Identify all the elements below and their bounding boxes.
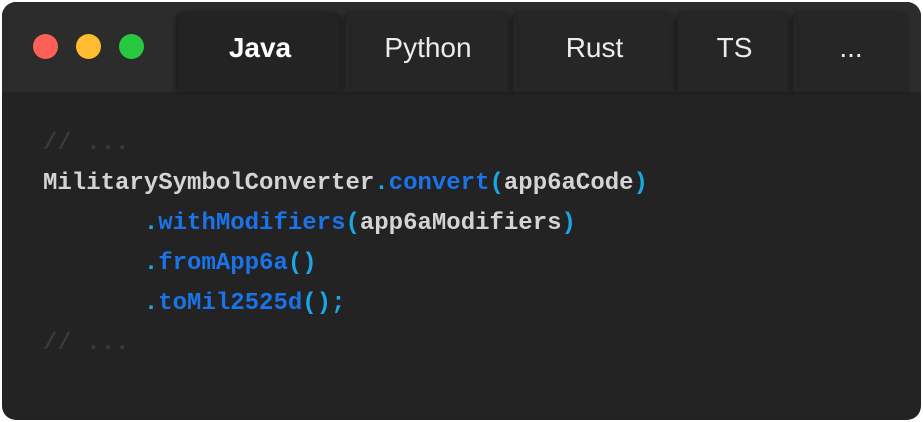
- tab-ts[interactable]: TS: [678, 12, 791, 92]
- code-method: toMil2525d: [158, 290, 303, 317]
- minimize-window-button[interactable]: [76, 34, 101, 59]
- code-paren-close: ): [561, 210, 576, 237]
- code-argument: app6aCode: [503, 170, 634, 197]
- code-paren-open: (: [345, 210, 360, 237]
- code-method: withModifiers: [158, 210, 346, 237]
- code-paren-close: ): [633, 170, 648, 197]
- code-block: // ... MilitarySymbolConverter.convert(ap…: [43, 124, 648, 364]
- tab-label: Python: [384, 32, 472, 63]
- code-paren-open: (: [489, 170, 504, 197]
- code-dot: .: [374, 170, 389, 197]
- code-line: .fromApp6a(): [43, 244, 648, 284]
- tab-label: ...: [839, 32, 863, 63]
- tab-label: TS: [716, 32, 753, 63]
- code-parens: (): [287, 250, 317, 277]
- maximize-window-button[interactable]: [119, 34, 144, 59]
- tab-label: Java: [228, 32, 292, 63]
- code-class-name: MilitarySymbolConverter: [43, 170, 375, 197]
- tab-python[interactable]: Python: [345, 12, 511, 92]
- code-comment: // ...: [43, 330, 130, 357]
- title-bar: Java Python Rust TS ...: [2, 2, 921, 92]
- code-line: // ...: [43, 324, 648, 364]
- code-method: fromApp6a: [158, 250, 288, 277]
- code-comment: // ...: [43, 130, 130, 157]
- code-line: MilitarySymbolConverter.convert(app6aCod…: [43, 164, 648, 204]
- tab-label: Rust: [565, 32, 624, 63]
- tab-rust[interactable]: Rust: [513, 12, 676, 92]
- code-semicolon: ;: [331, 290, 346, 317]
- code-line: .withModifiers(app6aModifiers): [43, 204, 648, 244]
- code-window: Java Python Rust TS ... // ... MilitarySy…: [2, 2, 921, 420]
- code-dot: .: [143, 210, 159, 237]
- code-parens: (): [302, 290, 332, 317]
- code-dot: .: [143, 250, 159, 277]
- close-window-button[interactable]: [33, 34, 58, 59]
- code-argument: app6aModifiers: [359, 210, 562, 237]
- tab-more[interactable]: ...: [793, 12, 909, 92]
- code-method: convert: [388, 170, 490, 197]
- code-line: .toMil2525d();: [43, 284, 648, 324]
- code-dot: .: [143, 290, 159, 317]
- tab-java[interactable]: Java: [178, 12, 342, 92]
- code-line: // ...: [43, 124, 648, 164]
